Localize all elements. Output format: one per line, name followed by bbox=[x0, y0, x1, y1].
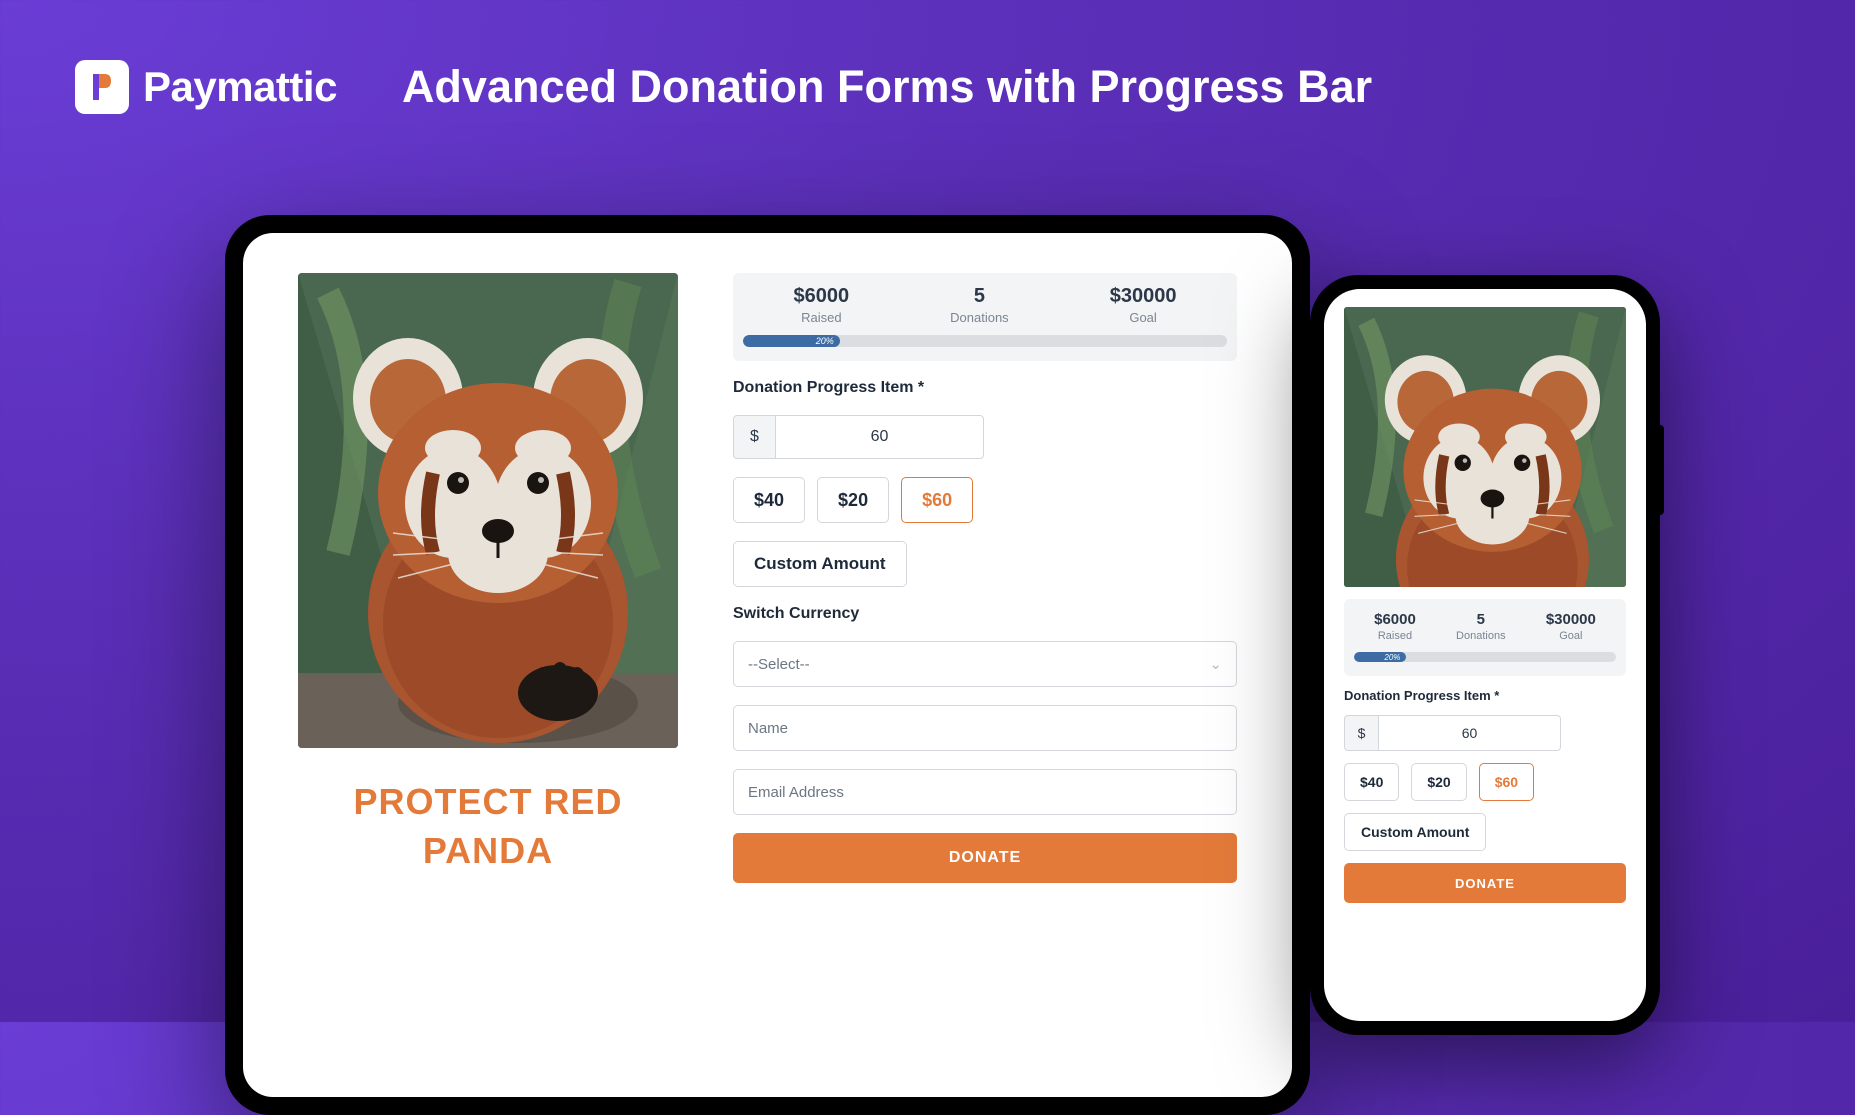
donation-item-label: Donation Progress Item * bbox=[733, 379, 1237, 397]
email-input[interactable]: Email Address bbox=[733, 769, 1237, 815]
tablet-screen: PROTECT RED PANDA $6000 Raised 5 Donations… bbox=[243, 233, 1292, 1097]
donate-button-mobile[interactable]: DONATE bbox=[1344, 863, 1626, 903]
amount-input-mobile[interactable] bbox=[1378, 715, 1561, 751]
donations-label: Donations bbox=[950, 310, 1009, 325]
custom-amount-button-mobile[interactable]: Custom Amount bbox=[1344, 813, 1486, 851]
raised-label: Raised bbox=[794, 310, 850, 325]
donate-button[interactable]: DONATE bbox=[733, 833, 1237, 883]
amount-option-20[interactable]: $20 bbox=[817, 477, 889, 523]
stats-panel-mobile: $6000Raised 5Donations $30000Goal 20% bbox=[1344, 599, 1626, 676]
page-header: Paymattic Advanced Donation Forms with P… bbox=[0, 0, 1855, 114]
amount-input-group: $ bbox=[733, 415, 1237, 459]
raised-value: $6000 bbox=[794, 285, 850, 308]
brand-name: Paymattic bbox=[143, 63, 337, 111]
phone-screen: $6000Raised 5Donations $30000Goal 20% Do… bbox=[1324, 289, 1646, 1021]
page-title: Advanced Donation Forms with Progress Ba… bbox=[402, 61, 1372, 113]
custom-amount-button[interactable]: Custom Amount bbox=[733, 541, 907, 587]
brand-logo: Paymattic bbox=[75, 60, 337, 114]
currency-prefix: $ bbox=[733, 415, 775, 459]
progress-bar: 20% bbox=[743, 335, 1227, 347]
chevron-down-icon: ⌄ bbox=[1209, 655, 1222, 673]
goal-value: $30000 bbox=[1110, 285, 1177, 308]
progress-fill: 20% bbox=[743, 335, 840, 347]
phone-mockup: $6000Raised 5Donations $30000Goal 20% Do… bbox=[1310, 275, 1660, 1035]
name-input[interactable]: Name bbox=[733, 705, 1237, 751]
campaign-image-mobile bbox=[1344, 307, 1626, 587]
currency-select-value: --Select-- bbox=[748, 656, 810, 673]
amount-input[interactable] bbox=[775, 415, 984, 459]
amount-option-40-mobile[interactable]: $40 bbox=[1344, 763, 1399, 801]
donations-value: 5 bbox=[950, 285, 1009, 308]
tablet-mockup: PROTECT RED PANDA $6000 Raised 5 Donations… bbox=[225, 215, 1310, 1115]
currency-switch-label: Switch Currency bbox=[733, 605, 1237, 623]
amount-option-20-mobile[interactable]: $20 bbox=[1411, 763, 1466, 801]
currency-select[interactable]: --Select-- ⌄ bbox=[733, 641, 1237, 687]
amount-option-60-mobile[interactable]: $60 bbox=[1479, 763, 1534, 801]
campaign-image bbox=[298, 273, 678, 748]
logo-icon bbox=[75, 60, 129, 114]
donation-item-label-mobile: Donation Progress Item * bbox=[1344, 688, 1626, 703]
progress-bar-mobile: 20% bbox=[1354, 652, 1616, 662]
campaign-title: PROTECT RED PANDA bbox=[298, 778, 678, 875]
goal-label: Goal bbox=[1110, 310, 1177, 325]
stats-panel: $6000 Raised 5 Donations $30000 Goal 20% bbox=[733, 273, 1237, 361]
amount-option-40[interactable]: $40 bbox=[733, 477, 805, 523]
amount-option-60[interactable]: $60 bbox=[901, 477, 973, 523]
